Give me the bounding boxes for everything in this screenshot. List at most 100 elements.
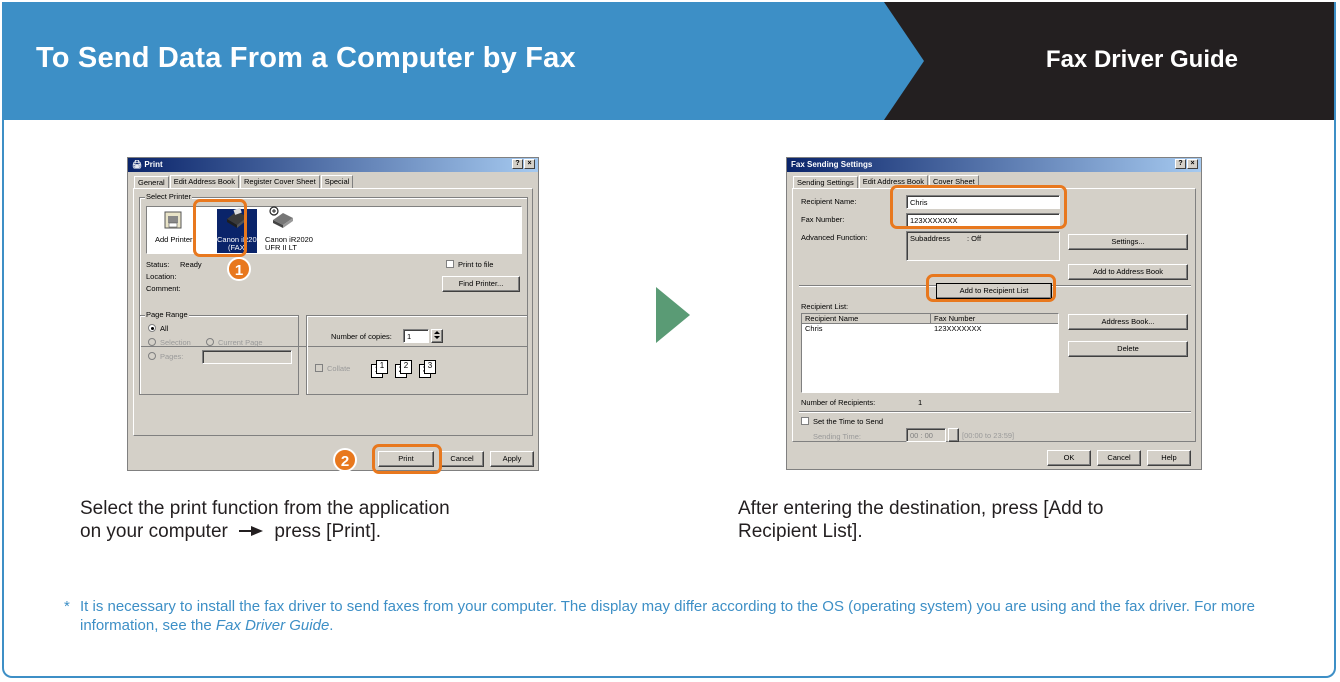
copies-spinner[interactable] xyxy=(431,329,443,343)
print-to-file-label: Print to file xyxy=(458,260,494,269)
select-printer-label: Select Printer xyxy=(145,192,193,201)
subaddress-label: Subaddress xyxy=(910,234,951,243)
step-2-badge: 2 xyxy=(333,448,357,472)
left-caption-line1: Select the print function from the appli… xyxy=(80,498,450,519)
left-caption: Select the print function from the appli… xyxy=(80,497,450,543)
right-caption-line2: Recipient List]. xyxy=(738,521,863,542)
right-caption-line1: After entering the destination, press [A… xyxy=(738,498,1104,519)
ufr-printer-sub: UFR II LT xyxy=(265,243,297,252)
delete-button[interactable]: Delete xyxy=(1068,341,1188,357)
page-range-label: Page Range xyxy=(145,310,189,319)
tab-special[interactable]: Special xyxy=(320,175,354,188)
recipient-name-label: Recipient Name: xyxy=(801,197,857,206)
help-title-button[interactable]: ? xyxy=(512,159,523,169)
time-spinner[interactable] xyxy=(948,428,959,442)
recipient-fields-highlight xyxy=(890,185,1067,229)
right-caption: After entering the destination, press [A… xyxy=(738,497,1103,543)
collate-page-pair: 3 3 xyxy=(419,360,437,380)
close-title-button[interactable]: × xyxy=(1187,159,1198,169)
pages-field[interactable] xyxy=(202,350,292,364)
tab-register-cover-sheet[interactable]: Register Cover Sheet xyxy=(239,175,320,188)
collate-page: 2 xyxy=(400,360,412,374)
address-book-button[interactable]: Address Book... xyxy=(1068,314,1188,330)
table-row[interactable]: Chris 123XXXXXXX xyxy=(802,324,1058,334)
print-to-file-checkbox[interactable] xyxy=(446,260,454,268)
left-caption-line2a: on your computer xyxy=(80,521,228,542)
col-divider xyxy=(930,314,931,324)
left-caption-line2b: press [Print]. xyxy=(274,521,382,542)
set-time-label: Set the Time to Send xyxy=(813,417,884,426)
range-pages-radio[interactable] xyxy=(148,352,156,360)
left-caption-line2: on your computer press [Print]. xyxy=(80,520,450,543)
help-title-button[interactable]: ? xyxy=(1175,159,1186,169)
collate-page: 3 xyxy=(424,360,436,374)
set-time-checkbox[interactable] xyxy=(801,417,809,425)
settings-button[interactable]: Settings... xyxy=(1068,234,1188,250)
collate-illustration: 1 1 2 2 3 3 xyxy=(371,360,437,380)
tab-edit-address-book[interactable]: Edit Address Book xyxy=(169,175,239,188)
advanced-function-box: Subaddress : Off xyxy=(906,231,1060,261)
collate-page: 1 xyxy=(376,360,388,374)
find-printer-button[interactable]: Find Printer... xyxy=(442,276,520,292)
copies-group: Number of copies: 1 Collate 1 1 2 2 3 3 xyxy=(306,315,528,395)
guide-label: Fax Driver Guide xyxy=(1045,46,1238,73)
fax-dialog-title: Fax Sending Settings xyxy=(791,160,873,169)
range-selection-radio[interactable] xyxy=(148,338,156,346)
col-recipient-name[interactable]: Recipient Name xyxy=(805,314,858,323)
copies-field[interactable]: 1 xyxy=(403,329,429,343)
collate-label: Collate xyxy=(327,364,351,373)
collate-checkbox[interactable] xyxy=(315,364,323,372)
recipient-list-label: Recipient List: xyxy=(801,302,849,311)
add-printer-item[interactable]: Add Printer xyxy=(155,209,193,253)
add-printer-label: Add Printer xyxy=(155,235,193,244)
sending-time-label: Sending Time: xyxy=(813,432,861,441)
apply-button[interactable]: Apply xyxy=(490,451,534,467)
ok-button[interactable]: OK xyxy=(1047,450,1091,466)
num-recipients-value: 1 xyxy=(918,398,923,407)
collate-page-pair: 2 2 xyxy=(395,360,413,380)
divider xyxy=(799,411,1191,413)
status-value: Ready xyxy=(180,260,202,269)
range-current-radio[interactable] xyxy=(206,338,214,346)
fax-dialog-titlebar: Fax Sending Settings ? × xyxy=(787,158,1201,172)
add-to-address-book-button[interactable]: Add to Address Book xyxy=(1068,264,1188,280)
add-printer-icon xyxy=(164,211,182,229)
footnote-text-b: . xyxy=(329,617,334,634)
right-arrow-icon xyxy=(239,526,264,536)
recipient-list: Recipient Name Fax Number Chris 123XXXXX… xyxy=(801,313,1059,393)
printer-icon xyxy=(269,206,293,228)
cancel-button[interactable]: Cancel xyxy=(440,451,484,467)
comment-label: Comment: xyxy=(146,284,181,293)
header: To Send Data From a Computer by Fax Fax … xyxy=(4,2,1334,120)
row-recipient-name: Chris xyxy=(805,324,823,333)
add-recipient-highlight xyxy=(926,274,1056,302)
cancel-button[interactable]: Cancel xyxy=(1097,450,1141,466)
sending-time-field[interactable]: 00 : 00 xyxy=(906,428,946,442)
ufr-printer-item[interactable]: Canon iR2020 UFR II LT xyxy=(263,206,313,253)
fax-printer-highlight xyxy=(193,199,247,257)
subaddress-value: : Off xyxy=(967,234,982,243)
step-1-badge: 1 xyxy=(227,257,251,281)
help-button[interactable]: Help xyxy=(1147,450,1191,466)
num-recipients-label: Number of Recipients: xyxy=(801,398,876,407)
footnote-star: * xyxy=(64,598,70,615)
next-arrow-icon xyxy=(656,287,690,343)
print-dialog: 🖨 Print ? × General Edit Address Book Re… xyxy=(127,157,539,471)
row-fax-number: 123XXXXXXX xyxy=(934,324,982,333)
range-current-label: Current Page xyxy=(218,338,263,347)
print-dialog-title: Print xyxy=(144,160,163,169)
copies-label: Number of copies: xyxy=(331,332,392,341)
list-header: Recipient Name Fax Number xyxy=(802,314,1058,324)
range-all-radio[interactable] xyxy=(148,324,156,332)
print-dialog-titlebar: 🖨 Print ? × xyxy=(128,158,538,172)
time-range-label: [00:00 to 23:59] xyxy=(962,431,1015,440)
printer-title-icon: 🖨 xyxy=(132,160,143,169)
footnote-guide-link: Fax Driver Guide xyxy=(215,617,330,634)
range-pages-label: Pages: xyxy=(160,352,184,361)
page-title: To Send Data From a Computer by Fax xyxy=(36,42,576,74)
fax-number-label: Fax Number: xyxy=(801,215,845,224)
print-button-highlight xyxy=(372,444,442,474)
col-fax-number[interactable]: Fax Number xyxy=(934,314,975,323)
spinner-arrows-icon xyxy=(434,331,440,339)
close-title-button[interactable]: × xyxy=(524,159,535,169)
